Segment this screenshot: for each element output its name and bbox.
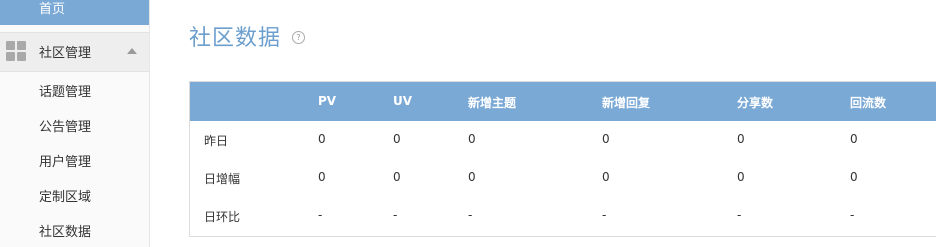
table-row: 日环比 - - - - - -: [190, 197, 936, 235]
page-title: 社区数据: [189, 26, 282, 51]
table-cell: -: [468, 208, 473, 222]
table-cell: 0: [850, 170, 858, 184]
table-cell: 0: [602, 132, 610, 146]
table-cell: -: [602, 208, 607, 222]
sidebar: 首页 社区管理 话题管理 公告管理 用户管理 定制区域 社区数据: [0, 0, 150, 247]
table-row: 昨日 0 0 0 0 0 0: [190, 121, 936, 159]
table-cell: -: [318, 208, 323, 222]
table-cell: 0: [393, 170, 401, 184]
row-label: 日增幅: [204, 172, 241, 186]
table-cell: 0: [318, 170, 326, 184]
grid-icon: [6, 41, 28, 63]
help-icon[interactable]: ?: [292, 31, 305, 44]
table-cell: 0: [393, 132, 401, 146]
row-label: 昨日: [204, 134, 229, 148]
table-cell: 0: [737, 132, 745, 146]
table-cell: 0: [318, 132, 326, 146]
column-header-new-replies: 新增回复: [602, 96, 651, 110]
row-label: 日环比: [204, 210, 241, 224]
table-cell: -: [393, 208, 398, 222]
column-header-returns: 回流数: [850, 96, 887, 110]
sidebar-group-label: 社区管理: [39, 46, 92, 61]
table-row: 日增幅 0 0 0 0 0 0: [190, 159, 936, 197]
sidebar-item-topic-management[interactable]: 话题管理: [39, 81, 91, 100]
table-cell: 0: [468, 132, 476, 146]
column-header-uv: UV: [393, 94, 413, 108]
sidebar-item-custom-area[interactable]: 定制区域: [39, 186, 91, 205]
chevron-up-icon[interactable]: [127, 48, 137, 54]
column-header-new-topics: 新增主题: [468, 96, 517, 110]
table-cell: -: [850, 208, 855, 222]
table-cell: -: [737, 208, 742, 222]
table-cell: 0: [850, 132, 858, 146]
sidebar-item-community-data[interactable]: 社区数据: [39, 221, 91, 240]
table-cell: 0: [737, 170, 745, 184]
sidebar-group-community-management[interactable]: 社区管理: [0, 32, 149, 72]
column-header-shares: 分享数: [737, 96, 774, 110]
sidebar-item-announcement-management[interactable]: 公告管理: [39, 116, 91, 135]
column-header-pv: PV: [318, 94, 337, 108]
table-cell: 0: [468, 170, 476, 184]
data-table: PV UV 新增主题 新增回复 分享数 回流数 昨日 0 0 0 0 0 0 日…: [189, 81, 936, 237]
table-header: PV UV 新增主题 新增回复 分享数 回流数: [190, 82, 936, 121]
sidebar-item-home[interactable]: 首页: [0, 0, 149, 25]
table-cell: 0: [602, 170, 610, 184]
sidebar-item-label: 首页: [39, 2, 66, 17]
sidebar-item-user-management[interactable]: 用户管理: [39, 151, 91, 170]
